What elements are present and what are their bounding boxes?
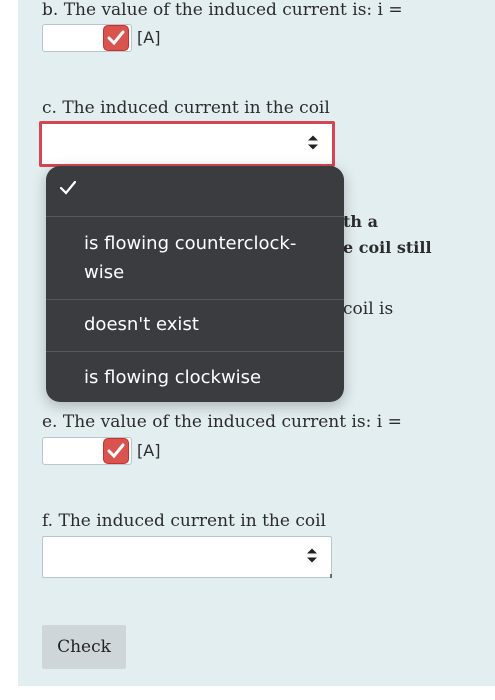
question-f-select[interactable]	[42, 536, 332, 578]
dropdown-option-doesnt-exist[interactable]: doesn't exist	[46, 300, 344, 350]
check-button[interactable]: Check	[42, 625, 126, 669]
question-f-label: f. The induced current in the coil	[42, 511, 326, 531]
dropdown-option-clockwise[interactable]: is flowing clockwise	[46, 352, 344, 402]
question-c-dropdown-menu: is flowing counterclock- wise doesn't ex…	[46, 166, 344, 402]
question-d-text-fragment-2: e coil still	[343, 238, 432, 257]
text-cursor-mark	[330, 574, 332, 578]
checkmark-icon	[59, 180, 77, 199]
check-mark-icon	[103, 25, 129, 51]
up-down-arrows-icon	[308, 135, 318, 154]
up-down-arrows-icon	[307, 548, 317, 567]
dropdown-option-label: is flowing clockwise	[84, 367, 262, 388]
dropdown-option-label: is flowing counterclock- wise	[84, 233, 297, 283]
dropdown-option-label: doesn't exist	[84, 314, 199, 335]
question-e-unit: [A]	[137, 441, 161, 460]
question-b-unit: [A]	[137, 28, 161, 47]
question-d-text-fragment-3: coil is	[343, 299, 394, 319]
check-mark-icon	[103, 438, 129, 464]
question-e-label: e. The value of the induced current is: …	[42, 412, 402, 432]
question-c-select[interactable]	[39, 121, 335, 167]
question-b-label: b. The value of the induced current is: …	[42, 0, 403, 20]
question-d-text-fragment-1: th a	[343, 212, 378, 231]
dropdown-option-counterclockwise[interactable]: is flowing counterclock- wise	[46, 217, 344, 299]
dropdown-option-empty[interactable]	[46, 166, 344, 216]
question-c-label: c. The induced current in the coil	[42, 98, 330, 118]
